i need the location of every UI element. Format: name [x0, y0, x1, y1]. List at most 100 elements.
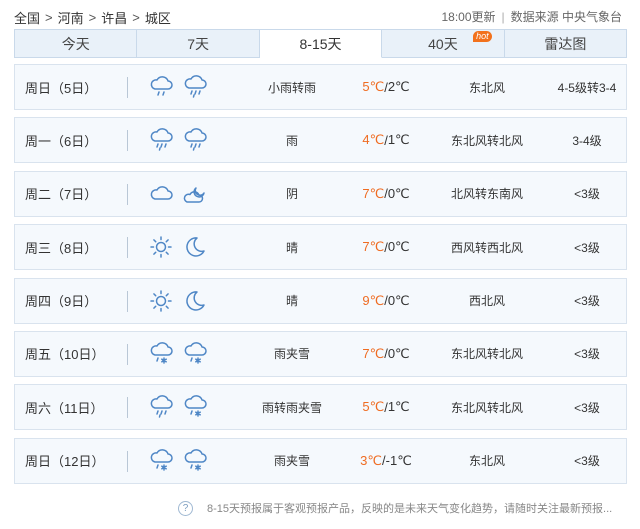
temperature: 5℃/2℃: [341, 65, 431, 109]
temp-low: 1℃: [387, 399, 410, 415]
cloud-rain-icon: [184, 128, 207, 152]
cloud-icon: [150, 185, 173, 200]
forecast-row[interactable]: 周二（7日） 阴 7℃/0℃ 北风转东南风 <3级: [14, 170, 627, 217]
top-bar: 全国 > 河南 > 许昌 > 城区 18:00更新 | 数据来源 中央气象台: [0, 0, 640, 30]
temp-high: 5℃: [362, 399, 385, 415]
temp-high: 7℃: [362, 185, 385, 201]
temp-low: 1℃: [387, 132, 410, 148]
temp-low: 0℃: [387, 239, 410, 255]
forecast-row[interactable]: 周六（11日） 雨转雨夹雪 5℃/1℃ 东北风转北风 <3级: [14, 384, 627, 431]
temp-low: 0℃: [387, 345, 410, 361]
footer-text: 8-15天预报属于客观预报产品，反映的是未来天气变化趋势，请随时关注最新预报..…: [207, 503, 613, 515]
temp-low: -1℃: [385, 452, 412, 468]
temperature: 5℃/1℃: [341, 385, 431, 429]
moon-icon: [186, 290, 205, 311]
breadcrumb: 全国 > 河南 > 许昌 > 城区: [14, 8, 171, 27]
row-divider: [127, 397, 128, 419]
wind-direction: 北风转东南风: [450, 187, 523, 202]
wind-level: <3级: [574, 240, 600, 255]
forecast-row[interactable]: 周五（10日） 雨夹雪 7℃/0℃ 东北风转北风 <3级: [14, 330, 627, 377]
breadcrumb-separator: >: [88, 10, 97, 25]
temp-high: 7℃: [362, 239, 385, 255]
weather-icons: [148, 279, 218, 323]
cloud-sleet-icon: [150, 448, 173, 471]
temp-low: 0℃: [387, 185, 410, 201]
forecast-day: 周三（8日）: [25, 240, 98, 256]
tab-8-15-days[interactable]: 8-15天: [259, 29, 383, 58]
temp-low: 2℃: [387, 79, 410, 94]
moon-icon: [186, 237, 205, 257]
forecast-day: 周日（5日）: [25, 80, 98, 96]
tab-label: 雷达图: [544, 35, 587, 52]
wind-direction: 西风转西北风: [450, 240, 523, 255]
cloud-moon-icon: [183, 187, 205, 203]
sun-icon: [150, 236, 172, 258]
help-icon[interactable]: ?: [178, 500, 193, 516]
weather-icons: [148, 332, 218, 376]
forecast-day: 周五（10日）: [25, 347, 105, 363]
temperature: 3℃ / -1℃: [341, 439, 431, 483]
sun-icon: [150, 289, 172, 312]
temp-high: 7℃: [362, 345, 385, 361]
hot-badge: hot: [473, 31, 492, 42]
weather-icons: [148, 439, 218, 483]
weather-icons: [148, 172, 218, 216]
breadcrumb-city[interactable]: 许昌: [101, 8, 127, 27]
wind-direction: 东北风: [468, 454, 505, 469]
tab-40-days[interactable]: 40天 hot: [382, 29, 505, 58]
forecast-row[interactable]: 周一（6日） 雨 4℃/1℃ 东北风转北风 3-4级: [14, 117, 627, 164]
temperature: 7℃/0℃: [341, 332, 431, 376]
weather-description: 雨夹雪: [273, 454, 310, 469]
breadcrumb-province[interactable]: 河南: [58, 8, 84, 27]
forecast-row[interactable]: 周日（5日） 小雨转雨 5℃/2℃ 东北风 4-5级转3-4: [14, 64, 627, 110]
row-divider: [127, 77, 128, 98]
wind-direction: 东北风转北风: [450, 400, 523, 415]
forecast-row[interactable]: 周日（12日） 雨夹雪 3℃ / -1℃ 东北风 <3级: [14, 437, 627, 484]
cloud-sleet-icon: [184, 395, 207, 418]
wind-level: <3级: [574, 187, 600, 202]
forecast-row[interactable]: 周四（9日） 晴 9℃/0℃ 西北风 <3级: [14, 277, 627, 324]
wind-direction: 东北风转北风: [450, 133, 523, 148]
tab-today[interactable]: 今天: [14, 29, 138, 58]
forecast-day: 周日（12日）: [25, 454, 105, 470]
temperature: 9℃/0℃: [341, 279, 431, 323]
forecast-day: 周一（6日）: [25, 133, 98, 149]
tab-radar[interactable]: 雷达图: [504, 29, 628, 58]
weather-description: 雨: [285, 133, 298, 148]
forecast-day: 周二（7日）: [25, 187, 98, 203]
row-divider: [127, 183, 128, 205]
wind-level: <3级: [574, 400, 600, 415]
wind-level: <3级: [574, 454, 600, 469]
tab-label: 今天: [61, 35, 90, 52]
footer-note: ? 8-15天预报属于客观预报产品，反映的是未来天气变化趋势，请随时关注最新预报…: [178, 499, 638, 517]
wind-direction: 东北风转北风: [450, 347, 523, 362]
breadcrumb-nation[interactable]: 全国: [14, 8, 40, 27]
cloud-light-rain-icon: [150, 76, 173, 96]
weather-icons: [148, 118, 218, 162]
meta-divider: |: [501, 9, 505, 24]
cloud-sleet-icon: [184, 342, 207, 364]
wind-level: 3-4级: [572, 133, 602, 148]
weather-description: 雨夹雪: [273, 347, 310, 362]
weather-description: 晴: [285, 240, 298, 255]
cloud-rain-icon: [184, 75, 207, 98]
weather-icons: [148, 65, 218, 109]
row-divider: [127, 343, 128, 365]
wind-direction: 西北风: [468, 294, 505, 309]
temp-high: 4℃: [362, 132, 385, 148]
forecast-row[interactable]: 周三（8日） 晴 7℃/0℃ 西风转西北风 <3级: [14, 224, 627, 271]
row-divider: [127, 130, 128, 152]
forecast-day: 周四（9日）: [25, 294, 98, 310]
weather-description: 阴: [285, 187, 298, 202]
breadcrumb-separator: >: [45, 10, 53, 25]
forecast-day: 周六（11日）: [25, 400, 104, 416]
wind-level: <3级: [574, 294, 600, 309]
temperature: 7℃/0℃: [341, 225, 431, 269]
tab-7-days[interactable]: 7天: [137, 29, 260, 58]
cloud-sleet-icon: [150, 342, 173, 364]
tab-label: 8-15天: [299, 35, 342, 52]
breadcrumb-separator: >: [132, 10, 140, 25]
update-time: 18:00更新: [441, 10, 496, 24]
temperature: 7℃/0℃: [341, 172, 431, 216]
cloud-sleet-icon: [184, 448, 207, 471]
